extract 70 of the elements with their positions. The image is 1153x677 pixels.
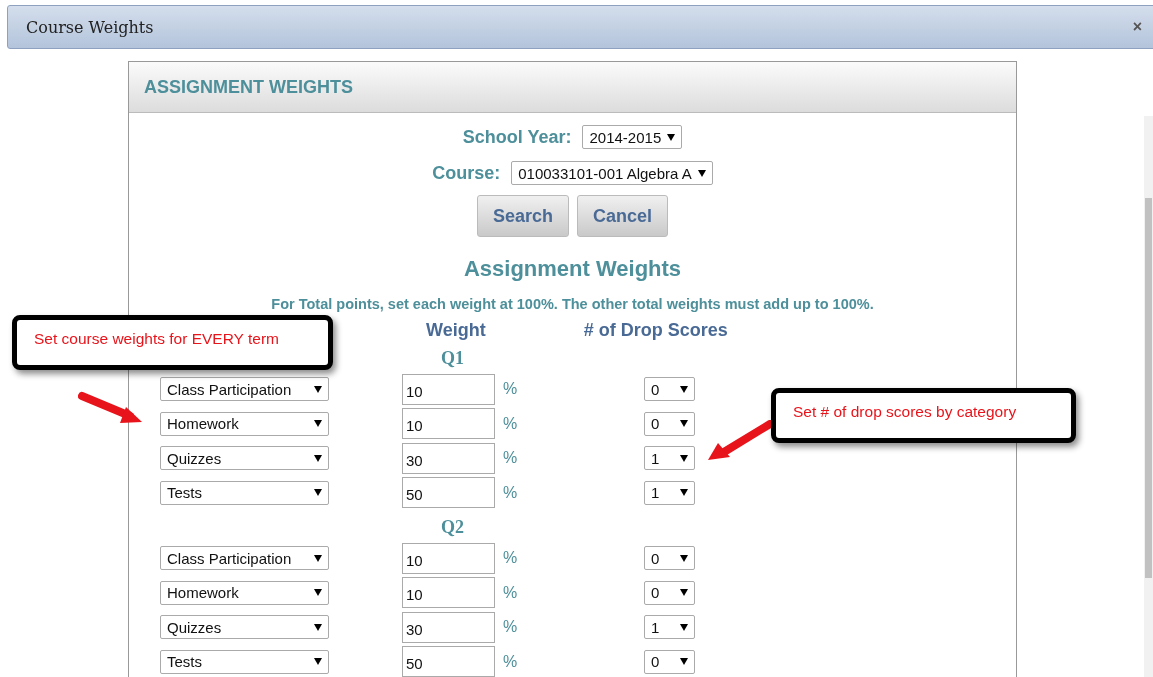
category-dropdown[interactable]: Quizzes bbox=[160, 615, 329, 640]
drop-scores-dropdown[interactable]: 0 bbox=[644, 546, 695, 571]
dialog-title: Course Weights bbox=[26, 17, 154, 37]
column-header: # of Drop Scores bbox=[583, 320, 728, 341]
percent-sign: % bbox=[503, 414, 519, 433]
drop-scores-dropdown[interactable]: 1 bbox=[644, 480, 695, 505]
close-button[interactable]: × bbox=[1132, 18, 1142, 36]
category-dropdown[interactable]: Tests bbox=[160, 480, 329, 505]
caret-icon bbox=[314, 554, 322, 562]
filter-dropdown[interactable]: 010033101-001 Algebra A bbox=[511, 161, 713, 185]
callout-note: Set course weights for EVERY term bbox=[12, 315, 333, 370]
filter-label: School Year: bbox=[462, 126, 572, 148]
percent-sign: % bbox=[503, 380, 519, 399]
weight-field[interactable]: 10 bbox=[402, 542, 495, 574]
caret-icon bbox=[314, 454, 322, 462]
action-button[interactable]: Cancel bbox=[577, 195, 669, 237]
arrow-icon bbox=[78, 390, 144, 426]
category-dropdown[interactable]: Tests bbox=[160, 649, 329, 674]
action-button[interactable]: Search bbox=[476, 195, 569, 237]
weight-field[interactable]: 30 bbox=[402, 611, 495, 643]
caret-icon bbox=[680, 623, 688, 631]
category-dropdown[interactable]: Class Participation bbox=[160, 546, 329, 571]
weight-field[interactable]: 30 bbox=[402, 442, 495, 474]
caret-icon bbox=[314, 385, 322, 393]
percent-sign: % bbox=[503, 549, 519, 568]
arrow-icon bbox=[706, 420, 774, 462]
section-title: Assignment Weights bbox=[462, 256, 683, 282]
category-dropdown[interactable]: Homework bbox=[160, 411, 329, 436]
caret-icon bbox=[314, 658, 322, 666]
weight-field[interactable]: 10 bbox=[402, 373, 495, 405]
filter-label: Course: bbox=[432, 162, 501, 184]
caret-icon bbox=[680, 454, 688, 462]
callout-note: Set # of drop scores by category bbox=[771, 388, 1076, 443]
drop-scores-dropdown[interactable]: 0 bbox=[644, 580, 695, 605]
weight-field[interactable]: 50 bbox=[402, 646, 495, 677]
weight-field[interactable]: 10 bbox=[402, 408, 495, 440]
weight-field[interactable]: 10 bbox=[402, 577, 495, 609]
instruction-text: For Total points, set each weight at 100%. The other total weights must add up to 100%. bbox=[270, 296, 875, 312]
caret-icon bbox=[697, 169, 706, 177]
drop-scores-dropdown[interactable]: 0 bbox=[644, 377, 695, 402]
percent-sign: % bbox=[503, 449, 519, 468]
term-label: Q2 bbox=[441, 516, 465, 539]
scrollbar[interactable] bbox=[1144, 116, 1153, 677]
drop-scores-dropdown[interactable]: 1 bbox=[644, 446, 695, 471]
caret-icon bbox=[680, 385, 688, 393]
drop-scores-dropdown[interactable]: 0 bbox=[644, 649, 695, 674]
caret-icon bbox=[680, 554, 688, 562]
caret-icon bbox=[680, 658, 688, 666]
percent-sign: % bbox=[503, 618, 519, 637]
caret-icon bbox=[680, 420, 688, 428]
caret-icon bbox=[314, 489, 322, 497]
weight-field[interactable]: 50 bbox=[402, 477, 495, 509]
column-header: Weight bbox=[426, 320, 486, 341]
category-dropdown[interactable]: Homework bbox=[160, 580, 329, 605]
drop-scores-dropdown[interactable]: 0 bbox=[644, 411, 695, 436]
percent-sign: % bbox=[503, 652, 519, 671]
caret-icon bbox=[314, 420, 322, 428]
percent-sign: % bbox=[503, 483, 519, 502]
category-dropdown[interactable]: Class Participation bbox=[160, 377, 329, 402]
caret-icon bbox=[680, 489, 688, 497]
caret-icon bbox=[314, 589, 322, 597]
category-dropdown[interactable]: Quizzes bbox=[160, 446, 329, 471]
caret-icon bbox=[680, 589, 688, 597]
filter-dropdown[interactable]: 2014-2015 bbox=[582, 125, 683, 149]
panel-heading: ASSIGNMENT WEIGHTS bbox=[144, 76, 353, 98]
caret-icon bbox=[314, 623, 322, 631]
caret-icon bbox=[667, 133, 676, 141]
percent-sign: % bbox=[503, 583, 519, 602]
drop-scores-dropdown[interactable]: 1 bbox=[644, 615, 695, 640]
term-label: Q1 bbox=[441, 347, 465, 370]
